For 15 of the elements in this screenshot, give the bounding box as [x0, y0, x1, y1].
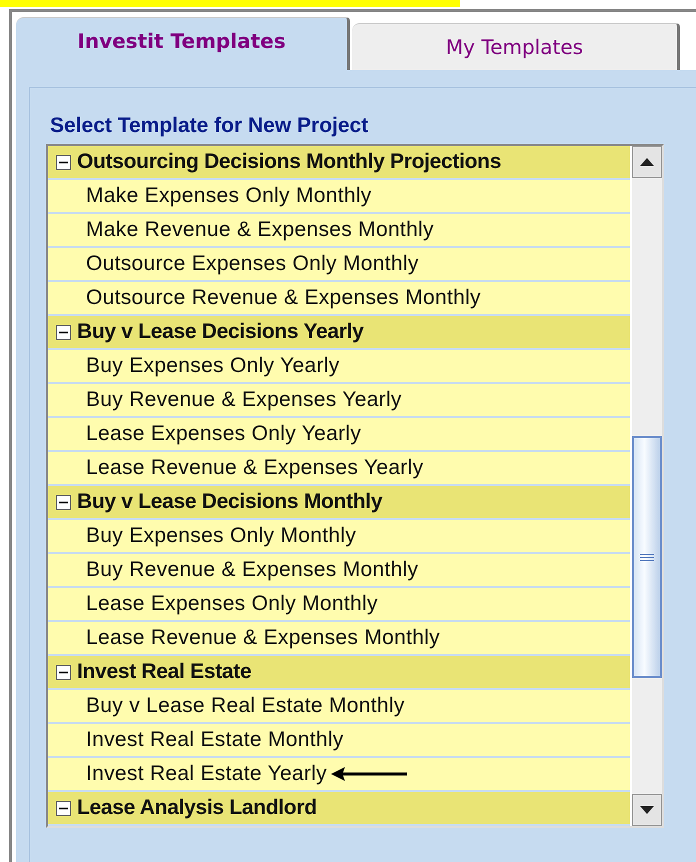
group-title: Select Template for New Project — [50, 114, 368, 138]
collapse-icon[interactable] — [56, 664, 71, 680]
collapse-icon[interactable] — [56, 494, 71, 510]
collapse-icon[interactable] — [56, 800, 71, 816]
scrollbar[interactable] — [630, 146, 662, 826]
grip-icon — [640, 552, 654, 562]
collapse-icon[interactable] — [56, 154, 71, 170]
scroll-up-button[interactable] — [632, 146, 662, 178]
down-arrow-icon — [640, 806, 654, 814]
up-arrow-icon — [640, 158, 654, 166]
scroll-thumb[interactable] — [632, 436, 662, 678]
tab[interactable]: My Templates — [352, 23, 680, 70]
tab[interactable]: Investit Templates — [16, 17, 350, 70]
scroll-down-button[interactable] — [632, 794, 662, 826]
collapse-icon[interactable] — [56, 324, 71, 340]
